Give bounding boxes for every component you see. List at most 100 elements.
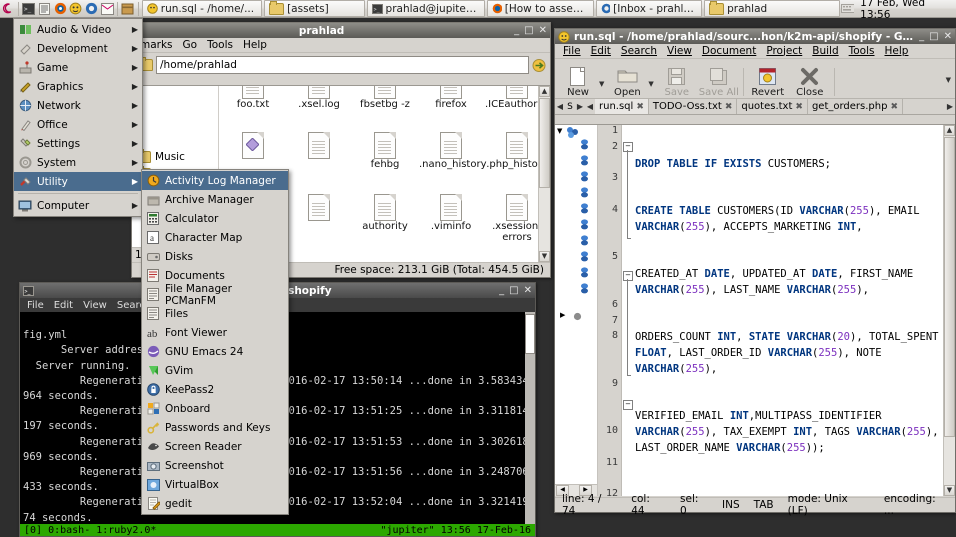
menu-item-office[interactable]: Office ▶ xyxy=(14,115,142,134)
file-item[interactable]: fehbg xyxy=(353,132,417,171)
taskbar-window-run-sql[interactable]: run.sql - /home/... xyxy=(141,0,263,17)
close-button[interactable]: ✕ xyxy=(539,25,547,36)
taskbar-window-firefox[interactable]: [How to assembl... xyxy=(487,0,594,17)
scroll-up-arrow[interactable]: ▲ xyxy=(539,86,550,97)
geany-menu-view[interactable]: View xyxy=(662,45,697,58)
file-item[interactable]: fbsetbg -z xyxy=(353,86,417,111)
tab-quotes-txt[interactable]: quotes.txt ✖ xyxy=(737,99,808,114)
geany-window[interactable]: run.sql - /home/prahlad/sourc...hon/k2m-… xyxy=(554,28,956,517)
symbol-expander-icon[interactable]: ▼ xyxy=(557,127,562,135)
taskbar[interactable]: >_ run.sql - /home/... [assets] >_ prahl… xyxy=(0,0,956,21)
go-arrow-icon[interactable] xyxy=(532,58,546,72)
submenu-item-gedit[interactable]: gedit xyxy=(142,494,288,513)
file-manager-menubar[interactable]: marks Go Tools Help xyxy=(132,38,550,53)
submenu-item-character-map[interactable]: a Character Map xyxy=(142,228,288,247)
revert-button[interactable]: Revert xyxy=(747,60,789,98)
terminal-icon[interactable]: >_ xyxy=(21,1,37,17)
firefox-icon[interactable] xyxy=(52,1,68,17)
scroll-down-arrow[interactable]: ▼ xyxy=(539,251,550,262)
menu-item-system[interactable]: System ▶ xyxy=(14,153,142,172)
file-item[interactable]: .viminfo xyxy=(419,194,483,233)
code-text[interactable]: DROP TABLE IF EXISTS CUSTOMERS; CREATE T… xyxy=(635,125,943,496)
taskbar-window-terminal[interactable]: >_ prahlad@jupiter:... xyxy=(366,0,486,17)
tab-close-icon[interactable]: ✖ xyxy=(636,102,644,112)
new-file-button[interactable]: New xyxy=(557,60,599,98)
terminal-menu-edit[interactable]: Edit xyxy=(50,300,77,311)
close-file-button[interactable]: Close xyxy=(789,60,831,98)
submenu-item-virtualbox[interactable]: VirtualBox xyxy=(142,475,288,494)
submenu-item-activity-log-manager[interactable]: Activity Log Manager xyxy=(142,171,288,190)
debian-menu-icon[interactable] xyxy=(0,1,16,17)
fold-toggle-icon[interactable]: − xyxy=(623,271,633,281)
archive-icon[interactable] xyxy=(120,1,136,17)
file-item[interactable]: firefox xyxy=(419,86,483,111)
close-button[interactable]: ✕ xyxy=(524,285,532,296)
geany-editor-area[interactable]: ▼ ▶ ◀ ▶ 1 2 3 4 5 6 7 8 9 10 11 12 − − −… xyxy=(555,124,955,496)
code-scrollbar[interactable]: ▲ ▼ xyxy=(943,125,955,496)
maximize-button[interactable]: □ xyxy=(524,25,533,36)
scroll-thumb[interactable] xyxy=(525,314,535,354)
submenu-item-passwords-and-keys[interactable]: Passwords and Keys xyxy=(142,418,288,437)
maximize-button[interactable]: □ xyxy=(929,31,938,42)
gmrun-icon[interactable] xyxy=(68,1,84,17)
minimize-button[interactable]: _ xyxy=(919,31,924,42)
doc-tab-right-arrow[interactable]: ▶ xyxy=(945,102,955,111)
tab-close-icon[interactable]: ✖ xyxy=(890,102,898,112)
geany-menu-project[interactable]: Project xyxy=(761,45,807,58)
menu-item-game[interactable]: Game ▶ xyxy=(14,58,142,77)
menu-item-development[interactable]: Development ▶ xyxy=(14,39,142,58)
file-item[interactable]: authority xyxy=(353,194,417,233)
application-menu[interactable]: Audio & Video ▶ Development ▶ Game ▶ Gra… xyxy=(13,18,143,217)
tab-todo-oss-txt[interactable]: TODO-Oss.txt ✖ xyxy=(649,99,738,114)
geany-menu-tools[interactable]: Tools xyxy=(844,45,880,58)
geany-symbol-list[interactable]: ▼ ▶ ◀ ▶ xyxy=(555,125,598,496)
geany-menu-document[interactable]: Document xyxy=(697,45,761,58)
taskbar-window-prahlad[interactable]: prahlad xyxy=(704,0,841,17)
terminal-menu-view[interactable]: View xyxy=(79,300,111,311)
menu-item-graphics[interactable]: Graphics ▶ xyxy=(14,77,142,96)
sidebar-tab-left-arrow[interactable]: ◀ xyxy=(555,102,565,111)
file-view-scrollbar[interactable]: ▲ ▼ xyxy=(538,86,550,262)
sidebar-tab-symbols[interactable]: S xyxy=(565,102,575,112)
terminal-scrollbar[interactable] xyxy=(525,312,535,524)
utility-submenu[interactable]: Activity Log Manager Archive Manager Cal… xyxy=(141,169,289,515)
submenu-item-archive-manager[interactable]: Archive Manager xyxy=(142,190,288,209)
clock-area[interactable]: 17 Feb, Wed 13:56 xyxy=(841,0,956,21)
file-item[interactable]: .nano_history xyxy=(419,132,487,171)
fold-margin[interactable]: − − − xyxy=(622,125,633,496)
fold-toggle-icon[interactable]: − xyxy=(623,400,633,410)
geany-tabrow[interactable]: ◀ S ▶ ◀ run.sql ✖ TODO-Oss.txt ✖ quotes.… xyxy=(555,99,955,115)
geany-menu-help[interactable]: Help xyxy=(880,45,914,58)
geany-menu-search[interactable]: Search xyxy=(616,45,662,58)
file-item[interactable] xyxy=(287,132,351,160)
fold-toggle-icon[interactable]: − xyxy=(623,142,633,152)
path-row[interactable]: /home/prahlad xyxy=(132,53,550,77)
tab-get-orders-php[interactable]: get_orders.php ✖ xyxy=(808,99,903,114)
submenu-item-keepass2[interactable]: KeePass2 xyxy=(142,380,288,399)
file-item[interactable]: .xsel.log xyxy=(287,86,351,111)
menu-go[interactable]: Go xyxy=(178,39,203,52)
submenu-item-disks[interactable]: Disks xyxy=(142,247,288,266)
taskbar-window-inbox[interactable]: [Inbox - prahlady... xyxy=(595,0,703,17)
menu-item-settings[interactable]: Settings ▶ xyxy=(14,134,142,153)
geany-code-view[interactable]: 1 2 3 4 5 6 7 8 9 10 11 12 13 14 15 xyxy=(598,125,955,496)
geany-menu-file[interactable]: File xyxy=(558,45,586,58)
symbol-expander-collapsed-icon[interactable]: ▶ xyxy=(560,311,565,319)
geany-toolbar[interactable]: New ▼ Open ▼ Save Save All Revert Close … xyxy=(555,59,955,99)
minimize-button[interactable]: _ xyxy=(514,25,519,36)
open-file-dropdown-arrow[interactable]: ▼ xyxy=(648,80,655,98)
geany-menu-build[interactable]: Build xyxy=(807,45,843,58)
submenu-item-files[interactable]: Files xyxy=(142,304,288,323)
file-item[interactable]: foo.txt xyxy=(221,86,285,111)
submenu-item-file-manager-pcmanfm[interactable]: File Manager PCManFM xyxy=(142,283,288,307)
close-button[interactable]: ✕ xyxy=(944,31,952,42)
file-item[interactable] xyxy=(221,132,285,160)
geany-menu-edit[interactable]: Edit xyxy=(586,45,616,58)
file-manager-titlebar[interactable]: prahlad _ □ ✕ xyxy=(132,23,550,38)
open-file-button[interactable]: Open xyxy=(606,60,648,98)
submenu-item-gvim[interactable]: GVim xyxy=(142,361,288,380)
text-editor-icon[interactable] xyxy=(36,1,52,17)
toolbar-overflow-arrow[interactable]: ▼ xyxy=(946,76,953,98)
chromium-icon[interactable] xyxy=(84,1,100,17)
menu-item-network[interactable]: Network ▶ xyxy=(14,96,142,115)
